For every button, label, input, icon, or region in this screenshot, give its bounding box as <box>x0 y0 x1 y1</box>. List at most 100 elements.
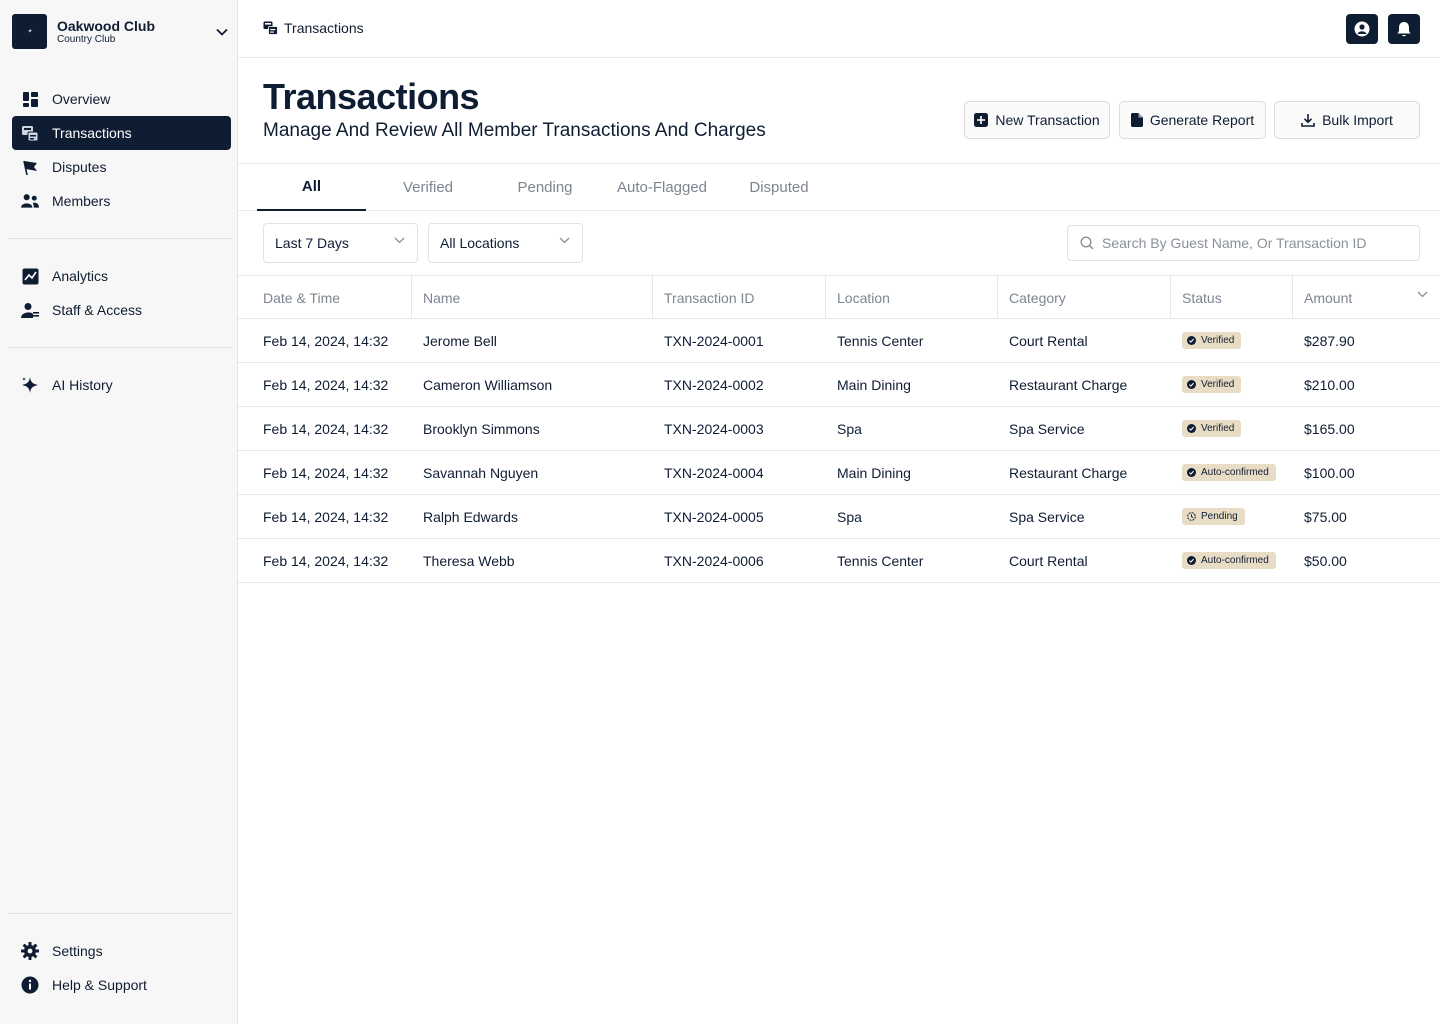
location-select[interactable]: All Locations <box>428 223 583 263</box>
generate-report-label: Generate Report <box>1149 112 1255 128</box>
table-body: Feb 14, 2024, 14:32 Jerome Bell TXN-2024-0… <box>238 319 1440 583</box>
sidebar-item-label: Overview <box>52 91 111 107</box>
user-icon <box>1354 21 1370 37</box>
column-header-category[interactable]: Category <box>998 276 1171 319</box>
search-box[interactable] <box>1067 225 1420 261</box>
sidebar-item-transactions[interactable]: Transactions <box>12 116 231 150</box>
check-circle-icon <box>1187 424 1196 433</box>
sidebar-item-ai-history[interactable]: AI History <box>12 368 231 402</box>
check-circle-icon <box>1187 336 1196 345</box>
profile-button[interactable] <box>1346 14 1378 44</box>
column-header-amount[interactable]: Amount <box>1293 276 1440 319</box>
cell-transaction-id: TXN-2024-0005 <box>664 508 764 525</box>
sidebar-item-analytics[interactable]: Analytics <box>12 259 231 293</box>
sidebar-item-label: Transactions <box>52 125 132 141</box>
sidebar-item-members[interactable]: Members <box>12 184 231 218</box>
sidebar-item-label: Analytics <box>52 268 109 284</box>
gear-icon <box>21 942 39 960</box>
tab-all[interactable]: All <box>257 164 366 211</box>
check-circle-icon <box>1187 556 1196 565</box>
cell-name: Brooklyn Simmons <box>423 420 540 437</box>
analytics-icon <box>21 267 39 285</box>
sidebar-item-overview[interactable]: Overview <box>12 82 231 116</box>
page-title: Transactions <box>263 76 480 117</box>
bulk-import-button[interactable]: Bulk Import <box>1274 101 1420 139</box>
cell-datetime: Feb 14, 2024, 14:32 <box>263 376 389 393</box>
column-header-transaction-id[interactable]: Transaction ID <box>653 276 826 319</box>
tab-disputed[interactable]: Disputed <box>724 164 834 211</box>
sidebar-item-staff-access[interactable]: Staff & Access <box>12 293 231 327</box>
sidebar-divider <box>8 913 232 914</box>
sidebar-item-label: Disputes <box>52 159 107 175</box>
org-switcher[interactable]: ✦ Oakwood Club Country Club <box>12 14 230 49</box>
sidebar-item-settings[interactable]: Settings <box>12 934 231 968</box>
cell-transaction-id: TXN-2024-0004 <box>664 464 764 481</box>
chevron-down-icon[interactable] <box>1417 291 1428 298</box>
transactions-table: Date & Time Name Transaction ID Location… <box>238 275 1440 583</box>
table-row[interactable]: Feb 14, 2024, 14:32 Jerome Bell TXN-2024-0… <box>238 319 1440 363</box>
table-row[interactable]: Feb 14, 2024, 14:32 Cameron Williamson TXN… <box>238 363 1440 407</box>
column-header-location[interactable]: Location <box>826 276 998 319</box>
chevron-down-icon[interactable] <box>214 24 230 40</box>
tab-auto-flagged[interactable]: Auto-Flagged <box>606 164 718 211</box>
cell-name: Cameron Williamson <box>423 376 553 393</box>
status-badge: Auto-confirmed <box>1182 552 1276 569</box>
breadcrumb[interactable]: Transactions <box>263 20 364 36</box>
table-row[interactable]: Feb 14, 2024, 14:32 Theresa Webb TXN-2024-… <box>238 539 1440 583</box>
location-value: All Locations <box>440 235 520 251</box>
search-icon <box>1080 236 1094 250</box>
top-bar: Transactions <box>238 0 1440 58</box>
cell-status: Auto-confirmed <box>1171 539 1293 582</box>
cell-status: Verified <box>1171 363 1293 406</box>
sidebar-divider <box>8 238 232 239</box>
cell-location: Spa <box>837 420 862 437</box>
tab-verified[interactable]: Verified <box>373 164 483 211</box>
bulk-import-label: Bulk Import <box>1322 112 1393 128</box>
column-header-name[interactable]: Name <box>412 276 653 319</box>
status-badge: Auto-confirmed <box>1182 464 1276 481</box>
sidebar-item-label: AI History <box>52 377 113 393</box>
nav-secondary: Analytics Staff & Access <box>12 259 231 327</box>
cell-location: Spa <box>837 508 862 525</box>
table-row[interactable]: Feb 14, 2024, 14:32 Savannah Nguyen TXN-20… <box>238 451 1440 495</box>
transactions-icon <box>263 21 278 35</box>
overview-icon <box>21 90 39 108</box>
document-icon <box>1130 113 1143 127</box>
transactions-icon <box>21 124 39 142</box>
column-header-status[interactable]: Status <box>1171 276 1293 319</box>
cell-status: Verified <box>1171 319 1293 362</box>
cell-datetime: Feb 14, 2024, 14:32 <box>263 464 389 481</box>
cell-amount: $165.00 <box>1304 420 1355 437</box>
status-label: Verified <box>1201 423 1235 434</box>
cell-status: Verified <box>1171 407 1293 450</box>
members-icon <box>21 192 39 210</box>
status-label: Auto-confirmed <box>1201 467 1269 478</box>
cell-datetime: Feb 14, 2024, 14:32 <box>263 552 389 569</box>
sidebar-item-disputes[interactable]: Disputes <box>12 150 231 184</box>
cell-location: Tennis Center <box>837 552 924 569</box>
nav-primary: Overview Transactions Disputes Members <box>12 82 231 218</box>
cell-location: Main Dining <box>837 376 911 393</box>
new-transaction-button[interactable]: New Transaction <box>964 101 1110 139</box>
notifications-button[interactable] <box>1388 14 1420 44</box>
search-input[interactable] <box>1102 235 1402 251</box>
column-header-datetime[interactable]: Date & Time <box>238 276 412 319</box>
status-badge: Verified <box>1182 420 1242 437</box>
column-header-amount-label: Amount <box>1304 289 1353 306</box>
table-row[interactable]: Feb 14, 2024, 14:32 Brooklyn Simmons TXN-2… <box>238 407 1440 451</box>
sidebar-item-help-support[interactable]: Help & Support <box>12 968 231 1002</box>
tab-pending[interactable]: Pending <box>490 164 600 211</box>
sidebar: ✦ Oakwood Club Country Club Overview Tra… <box>0 0 238 1024</box>
info-icon <box>21 976 39 994</box>
flag-icon <box>21 158 39 176</box>
download-icon <box>1301 113 1315 127</box>
generate-report-button[interactable]: Generate Report <box>1119 101 1266 139</box>
nav-bottom: Settings Help & Support <box>12 934 231 1002</box>
table-row[interactable]: Feb 14, 2024, 14:32 Ralph Edwards TXN-2024… <box>238 495 1440 539</box>
cell-amount: $50.00 <box>1304 552 1347 569</box>
cell-category: Restaurant Charge <box>1009 376 1128 393</box>
date-range-select[interactable]: Last 7 Days <box>263 223 418 263</box>
status-badge: Verified <box>1182 376 1242 393</box>
chevron-down-icon <box>394 237 405 244</box>
org-subtitle: Country Club <box>57 33 116 45</box>
